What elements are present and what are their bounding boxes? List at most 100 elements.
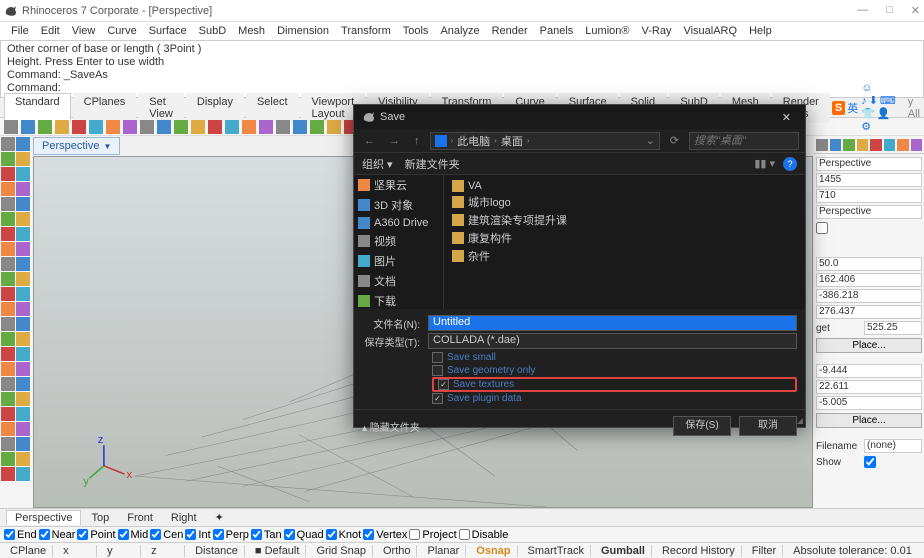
- panel-icon[interactable]: [843, 139, 855, 151]
- tool-icon[interactable]: [1, 227, 15, 241]
- toolbar-icon[interactable]: [4, 120, 18, 134]
- tool-icon[interactable]: [16, 362, 30, 376]
- toolbar-icon[interactable]: [259, 120, 273, 134]
- panel-icon[interactable]: [884, 139, 896, 151]
- osnap-mid[interactable]: Mid: [118, 529, 149, 541]
- panel-icon[interactable]: [870, 139, 882, 151]
- tool-icon[interactable]: [1, 287, 15, 301]
- toolbar-icon[interactable]: [55, 120, 69, 134]
- tool-icon[interactable]: [16, 227, 30, 241]
- tool-icon[interactable]: [1, 332, 15, 346]
- toolbar-icon[interactable]: [72, 120, 86, 134]
- tool-icon[interactable]: [16, 242, 30, 256]
- help-button[interactable]: ?: [783, 157, 797, 171]
- minimize-button[interactable]: —: [857, 4, 868, 17]
- panel-icon[interactable]: [911, 139, 923, 151]
- tool-icon[interactable]: [1, 347, 15, 361]
- tool-icon[interactable]: [16, 392, 30, 406]
- tool-icon[interactable]: [16, 407, 30, 421]
- show-checkbox[interactable]: [864, 456, 876, 468]
- toolbar-icon[interactable]: [21, 120, 35, 134]
- view-options-button[interactable]: ▮▮ ▾: [754, 157, 775, 170]
- tool-icon[interactable]: [1, 317, 15, 331]
- osnap-quad[interactable]: Quad: [284, 529, 324, 541]
- toolbar-icon[interactable]: [191, 120, 205, 134]
- tool-icon[interactable]: [1, 467, 15, 481]
- osnap-point[interactable]: Point: [77, 529, 115, 541]
- tool-icon[interactable]: [1, 137, 15, 151]
- menu-visualarq[interactable]: VisualARQ: [678, 25, 742, 37]
- osnap-toggle[interactable]: Osnap: [470, 545, 517, 557]
- close-button[interactable]: ✕: [911, 4, 920, 17]
- tab-display[interactable]: Display: [186, 93, 244, 123]
- tree-node[interactable]: A360 Drive: [354, 215, 443, 231]
- panel-icon[interactable]: [816, 139, 828, 151]
- tool-icon[interactable]: [1, 452, 15, 466]
- place-target-button[interactable]: Place...: [816, 413, 922, 428]
- toolbar-icon[interactable]: [327, 120, 341, 134]
- resize-grip-icon[interactable]: ◢: [797, 416, 803, 425]
- menu-v-ray[interactable]: V-Ray: [636, 25, 676, 37]
- gumball-toggle[interactable]: Gumball: [595, 545, 652, 557]
- cancel-button[interactable]: 取消: [739, 416, 797, 436]
- menu-surface[interactable]: Surface: [144, 25, 192, 37]
- tab-set-view[interactable]: Set View: [138, 93, 184, 123]
- search-input[interactable]: [689, 132, 799, 150]
- tab-cplanes[interactable]: CPlanes: [73, 93, 137, 123]
- tool-icon[interactable]: [16, 437, 30, 451]
- tool-icon[interactable]: [16, 347, 30, 361]
- folder-tree[interactable]: 坚果云3D 对象A360 Drive视频图片文档下载音乐桌面: [354, 175, 444, 309]
- tool-icon[interactable]: [1, 437, 15, 451]
- tool-icon[interactable]: [16, 167, 30, 181]
- tree-node[interactable]: 文档: [354, 271, 443, 291]
- tool-icon[interactable]: [1, 407, 15, 421]
- tool-icon[interactable]: [1, 197, 15, 211]
- tool-icon[interactable]: [16, 452, 30, 466]
- tool-icon[interactable]: [1, 272, 15, 286]
- tool-icon[interactable]: [1, 362, 15, 376]
- tool-icon[interactable]: [1, 257, 15, 271]
- toolbar-icon[interactable]: [310, 120, 324, 134]
- menu-view[interactable]: View: [67, 25, 101, 37]
- save-option[interactable]: ✓Save plugin data: [432, 392, 797, 405]
- projection-select[interactable]: Perspective: [816, 205, 922, 219]
- save-button[interactable]: 保存(S): [673, 416, 731, 436]
- tool-icon[interactable]: [16, 152, 30, 166]
- osnap-end[interactable]: End: [4, 529, 37, 541]
- toolbar-icon[interactable]: [123, 120, 137, 134]
- tool-icon[interactable]: [1, 167, 15, 181]
- toolbar-icon[interactable]: [140, 120, 154, 134]
- save-option[interactable]: Save geometry only: [432, 364, 797, 377]
- tree-node[interactable]: 下载: [354, 291, 443, 309]
- save-option[interactable]: ✓Save textures: [432, 377, 797, 392]
- viewport-name-field[interactable]: Perspective: [816, 157, 922, 171]
- menu-dimension[interactable]: Dimension: [272, 25, 334, 37]
- tool-icon[interactable]: [16, 137, 30, 151]
- osnap-cen[interactable]: Cen: [150, 529, 183, 541]
- osnap-tan[interactable]: Tan: [251, 529, 282, 541]
- nav-up-button[interactable]: ↑: [410, 135, 424, 147]
- tool-icon[interactable]: [1, 212, 15, 226]
- tool-icon[interactable]: [16, 377, 30, 391]
- view-tab-perspective[interactable]: Perspective: [6, 510, 81, 525]
- menu-mesh[interactable]: Mesh: [233, 25, 270, 37]
- tool-icon[interactable]: [1, 392, 15, 406]
- menu-panels[interactable]: Panels: [535, 25, 579, 37]
- tool-icon[interactable]: [16, 422, 30, 436]
- tool-icon[interactable]: [1, 377, 15, 391]
- tool-icon[interactable]: [16, 272, 30, 286]
- organize-menu[interactable]: 组织 ▾: [362, 156, 393, 172]
- tool-icon[interactable]: [1, 182, 15, 196]
- folder-item[interactable]: 城市logo: [448, 193, 801, 211]
- breadcrumb[interactable]: ›此电脑 ›桌面 › ⌄: [430, 132, 660, 150]
- tool-icon[interactable]: [1, 152, 15, 166]
- menu-tools[interactable]: Tools: [398, 25, 434, 37]
- menu-file[interactable]: File: [6, 25, 34, 37]
- maximize-button[interactable]: □: [886, 4, 893, 17]
- view-tab-top[interactable]: Top: [83, 511, 117, 525]
- filename-input[interactable]: Untitled: [428, 315, 797, 331]
- toolbar-icon[interactable]: [276, 120, 290, 134]
- tree-node[interactable]: 视频: [354, 231, 443, 251]
- menu-analyze[interactable]: Analyze: [435, 25, 484, 37]
- nav-back-button[interactable]: ←: [360, 135, 379, 147]
